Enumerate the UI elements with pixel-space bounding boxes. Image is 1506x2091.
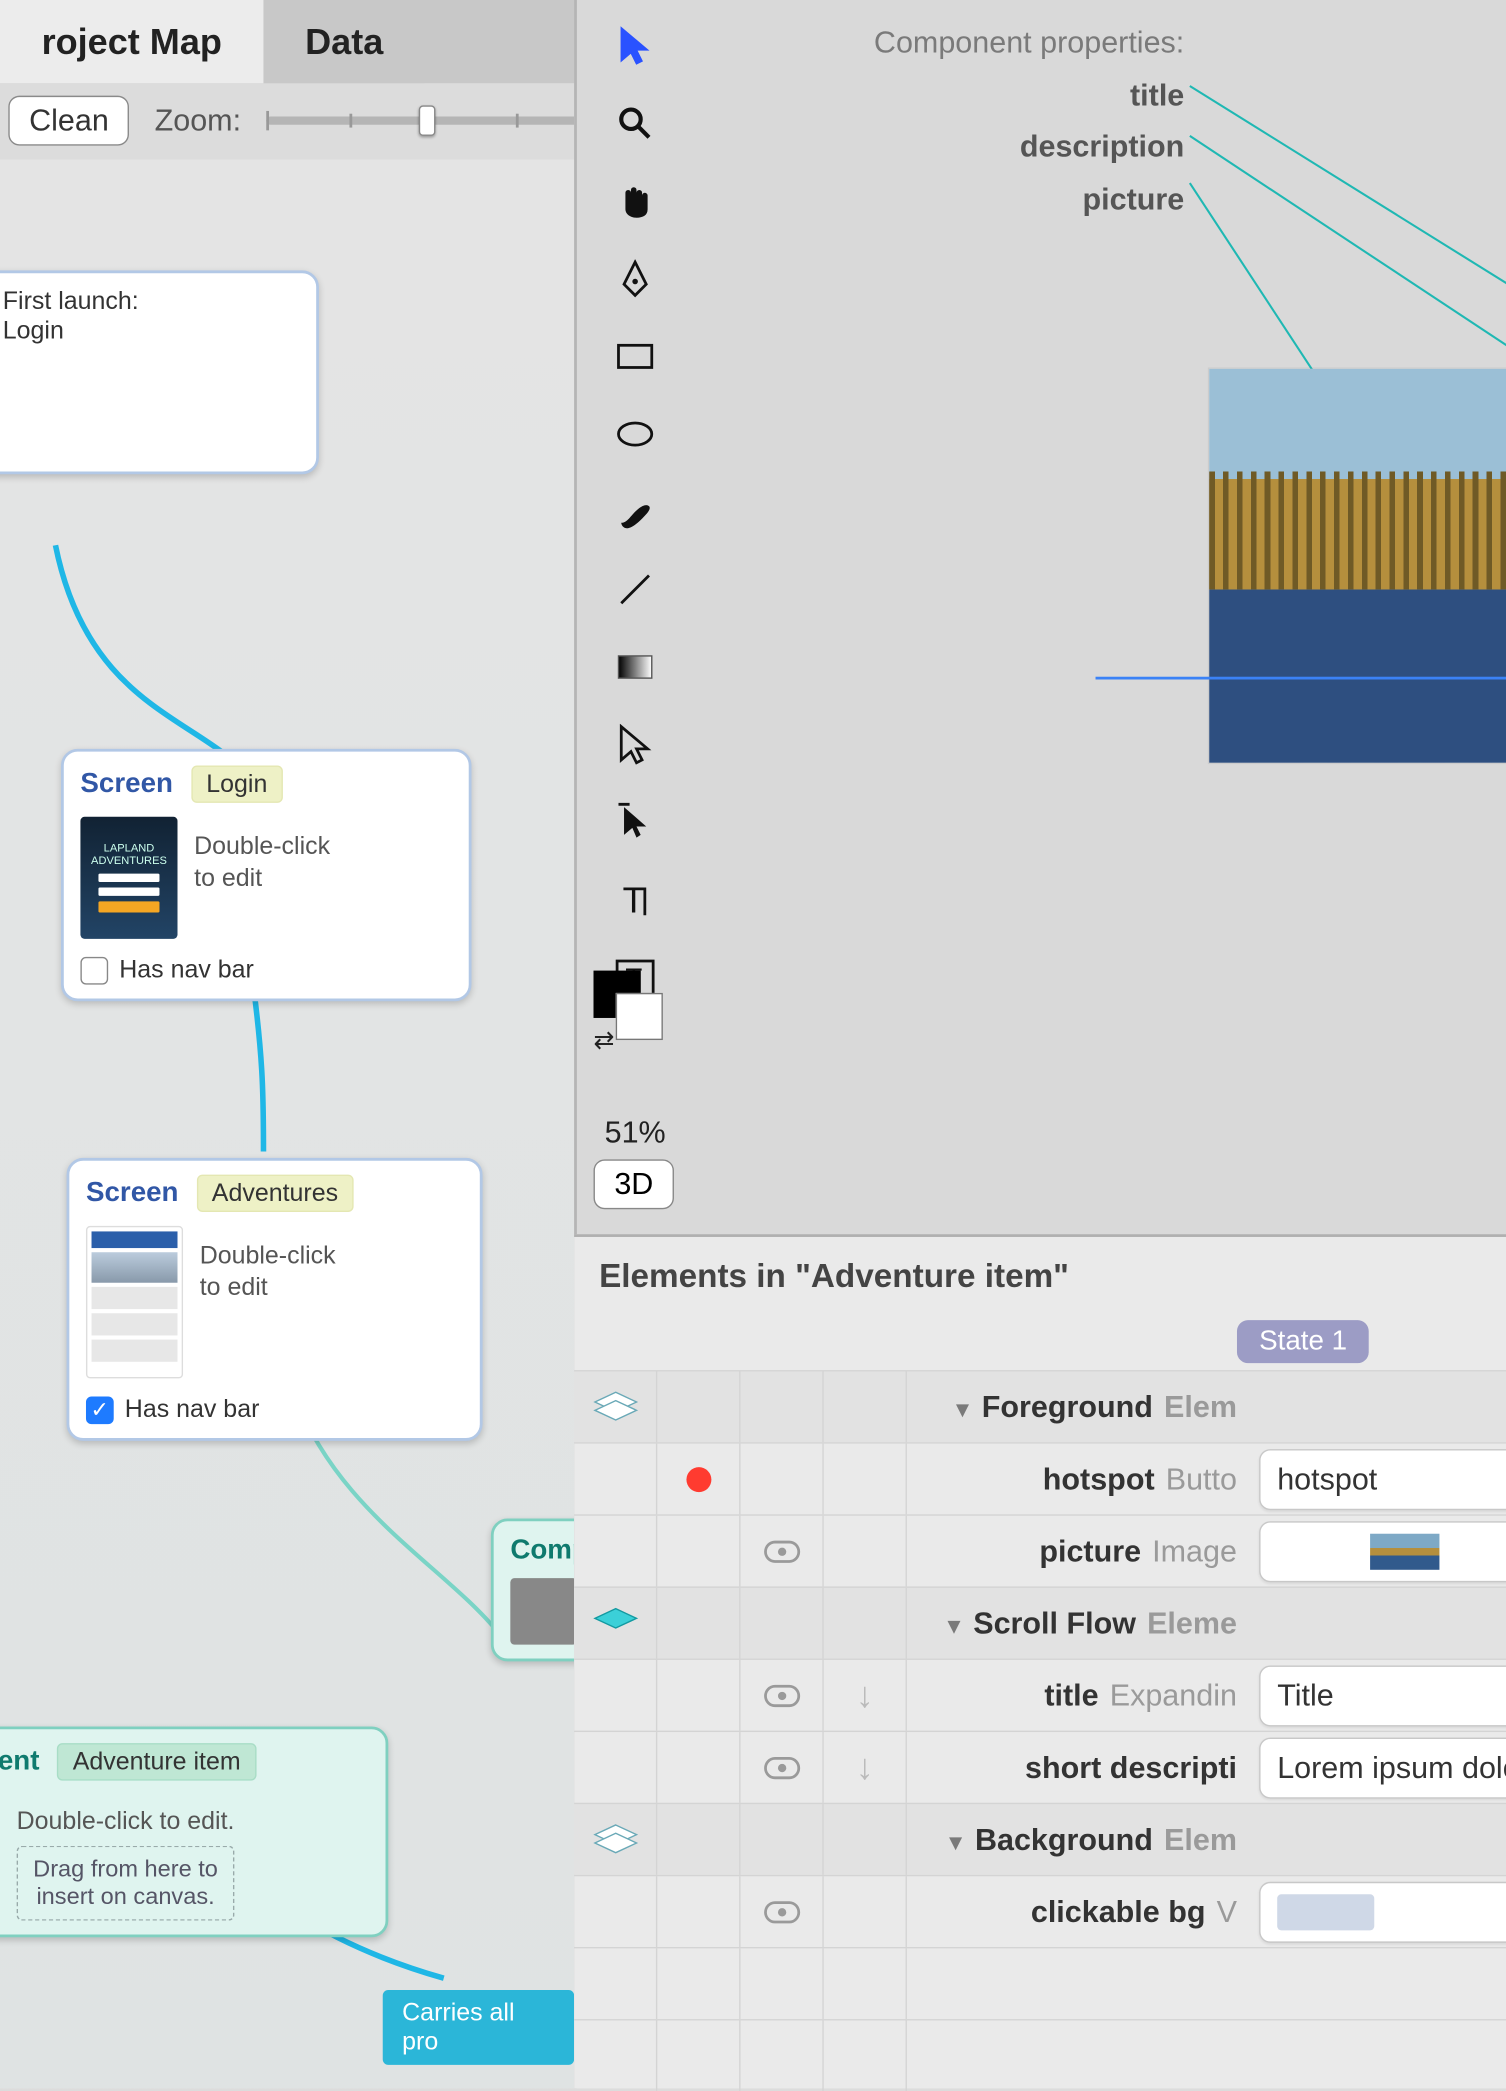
row-picture[interactable]: pictureImage — [574, 1514, 1506, 1586]
elements-panel: Elements in "Adventure item" Edit tool: … — [574, 1234, 1506, 2088]
drag-hint[interactable]: Drag from here toinsert on canvas. — [17, 1846, 235, 1921]
3d-button[interactable]: 3D — [594, 1159, 675, 1209]
brush-tool-icon[interactable] — [609, 485, 662, 538]
clean-button[interactable]: Clean — [8, 96, 129, 146]
hand-tool-icon[interactable] — [609, 175, 662, 228]
svg-text:T: T — [623, 882, 645, 918]
map-node-adventures[interactable]: Screen Adventures Double-click to edit ✓… — [67, 1158, 483, 1441]
row-hotspot[interactable]: hotspotButto hotspot — [574, 1442, 1506, 1514]
row-foreground[interactable]: ▼ForegroundElem — [574, 1370, 1506, 1442]
node-name-field[interactable]: Adventures — [197, 1175, 354, 1212]
row-background[interactable]: ▼BackgroundElem — [574, 1803, 1506, 1875]
map-node-adventure-item[interactable]: mponent Adventure item Double-click to e… — [0, 1726, 388, 1937]
component-preview[interactable]: Title Lorem ipsum dolor sit amet, consec… — [1209, 369, 1506, 763]
has-navbar-checkbox[interactable]: ✓ — [86, 1396, 114, 1424]
row-short-description[interactable]: ↓ short descripti Lorem ipsum dolor — [574, 1731, 1506, 1803]
thumbnail: LAPLANDADVENTURES — [80, 817, 177, 939]
disclosure-icon[interactable]: ▼ — [943, 1615, 965, 1639]
expand-arrow-icon[interactable]: ↓ — [824, 1732, 907, 1803]
type-tool-icon[interactable]: T — [609, 874, 662, 927]
expand-arrow-icon[interactable]: ↓ — [824, 1660, 907, 1731]
visibility-toggle-icon[interactable] — [763, 1901, 799, 1923]
node-name-field[interactable]: Login — [191, 765, 283, 802]
visibility-toggle-icon[interactable] — [763, 1684, 799, 1706]
picture-chip[interactable] — [1259, 1521, 1506, 1582]
map-node-root[interactable]: First launch: Login ntures — [0, 270, 319, 474]
node-hint: to edit — [194, 863, 330, 895]
magnifier-tool-icon[interactable] — [609, 97, 662, 150]
short-desc-chip[interactable]: Lorem ipsum dolor — [1259, 1737, 1506, 1798]
component-properties-label: Component properties: — [713, 25, 1184, 61]
design-canvas[interactable]: Component properties: title description … — [685, 0, 1506, 1234]
node-type-label: Screen — [80, 768, 173, 799]
map-node-comp-small[interactable]: Comp — [491, 1518, 574, 1661]
visibility-toggle-icon[interactable] — [763, 1756, 799, 1778]
color-swatches[interactable]: ⇄ — [594, 971, 666, 1049]
first-launch-value: Login — [3, 316, 139, 345]
has-navbar-checkbox[interactable] — [80, 956, 108, 984]
clickable-bg-chip[interactable] — [1259, 1881, 1506, 1942]
node-hint: Double-click — [194, 831, 330, 863]
thumbnail — [86, 1226, 183, 1379]
row-clickable-bg[interactable]: clickable bgV — [574, 1875, 1506, 1947]
zoom-percent-label: 51% — [605, 1115, 666, 1151]
map-node-login[interactable]: Screen Login LAPLANDADVENTURES Double-cl… — [61, 749, 471, 1001]
node-type-label: Screen — [86, 1177, 179, 1208]
zoom-slider[interactable] — [266, 116, 599, 124]
swap-colors-icon[interactable]: ⇄ — [594, 1026, 615, 1055]
first-launch-label: First launch: — [3, 287, 139, 316]
selection-guideline — [1096, 677, 1506, 680]
row-empty — [574, 2019, 1506, 2091]
direct-select-tool-icon[interactable] — [609, 718, 662, 771]
project-map-canvas[interactable]: First launch: Login ntures Screen Login … — [0, 159, 574, 2088]
path-select-tool-icon[interactable] — [609, 796, 662, 849]
title-chip[interactable]: Title — [1259, 1665, 1506, 1726]
background-color[interactable] — [616, 993, 663, 1040]
hotspot-chip[interactable]: hotspot — [1259, 1448, 1506, 1509]
pointer-tool-icon[interactable] — [609, 19, 662, 72]
node-title-fragment: ntures — [0, 429, 300, 458]
node-hint: Double-click to edit. — [17, 1806, 235, 1838]
component-prop-picture: picture — [713, 173, 1184, 225]
row-title[interactable]: ↓ titleExpandin Title — [574, 1659, 1506, 1731]
has-navbar-label: Has nav bar — [125, 1395, 260, 1424]
node-hint: to edit — [200, 1272, 336, 1304]
has-navbar-label: Has nav bar — [119, 955, 254, 984]
ellipse-tool-icon[interactable] — [609, 408, 662, 461]
disclosure-icon[interactable]: ▼ — [951, 1399, 973, 1423]
pen-tool-icon[interactable] — [609, 252, 662, 305]
node-hint: Double-click — [200, 1240, 336, 1272]
tab-data[interactable]: Data — [264, 0, 425, 83]
tab-project-map[interactable]: roject Map — [0, 0, 264, 83]
component-prop-title: title — [713, 69, 1184, 121]
row-scroll-flow[interactable]: ▼Scroll FlowEleme — [574, 1586, 1506, 1658]
state-1-pill[interactable]: State 1 — [1237, 1320, 1369, 1363]
record-dot-icon[interactable] — [686, 1466, 711, 1491]
carries-badge: Carries all pro — [383, 1990, 574, 2065]
gradient-tool-icon[interactable] — [609, 641, 662, 694]
zoom-slider-knob[interactable] — [419, 105, 436, 136]
disclosure-icon[interactable]: ▼ — [945, 1831, 967, 1855]
component-prop-description: description — [713, 121, 1184, 173]
node-name-field[interactable]: Adventure item — [57, 1743, 255, 1780]
rectangle-tool-icon[interactable] — [609, 330, 662, 383]
preview-picture[interactable] — [1209, 369, 1506, 763]
row-empty — [574, 1947, 1506, 2019]
node-type-label: mponent — [0, 1746, 39, 1777]
line-tool-icon[interactable] — [609, 563, 662, 616]
elements-panel-title: Elements in "Adventure item" — [599, 1257, 1069, 1296]
visibility-toggle-icon[interactable] — [763, 1540, 799, 1562]
node-type-label: Comp — [510, 1535, 574, 1566]
zoom-label: Zoom: — [155, 103, 241, 139]
thumbnail — [510, 1578, 574, 1645]
